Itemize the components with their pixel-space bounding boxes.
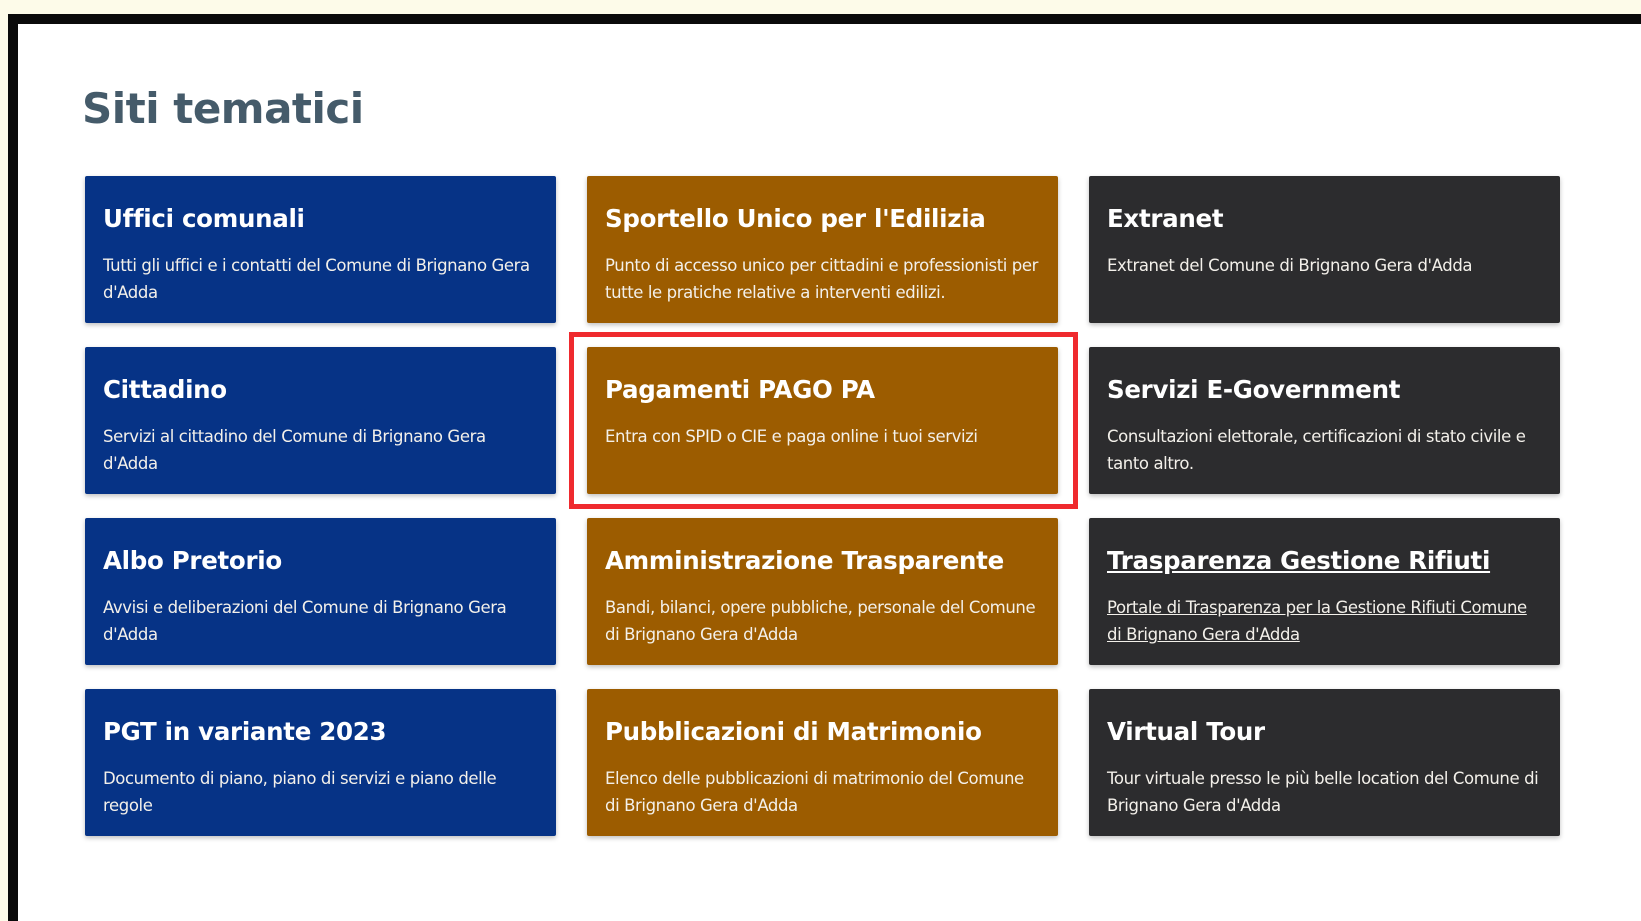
card-title: Virtual Tour	[1107, 717, 1265, 746]
card-title: Albo Pretorio	[103, 546, 282, 575]
card-description: Tour virtuale presso le più belle locati…	[1107, 769, 1539, 815]
theme-sites-grid: Uffici comunali Tutti gli uffici e i con…	[85, 176, 1560, 836]
card-title: Sportello Unico per l'Edilizia	[605, 204, 986, 233]
card-pagamenti-pagopa[interactable]: Pagamenti PAGO PA Entra con SPID o CIE e…	[587, 347, 1058, 494]
card-title: Amministrazione Trasparente	[605, 546, 1004, 575]
card-description: Documento di piano, piano di servizi e p…	[103, 769, 497, 815]
card-virtual-tour[interactable]: Virtual Tour Tour virtuale presso le più…	[1089, 689, 1560, 836]
card-title: Servizi E-Government	[1107, 375, 1401, 404]
card-description: Servizi al cittadino del Comune di Brign…	[103, 427, 486, 473]
section-title: Siti tematici	[82, 84, 364, 133]
card-description: Elenco delle pubblicazioni di matrimonio…	[605, 769, 1024, 815]
card-description: Consultazioni elettorale, certificazioni…	[1107, 427, 1526, 473]
card-trasparenza-rifiuti[interactable]: Trasparenza Gestione Rifiuti Portale di …	[1089, 518, 1560, 665]
card-uffici-comunali[interactable]: Uffici comunali Tutti gli uffici e i con…	[85, 176, 556, 323]
card-title: Cittadino	[103, 375, 227, 404]
card-albo-pretorio[interactable]: Albo Pretorio Avvisi e deliberazioni del…	[85, 518, 556, 665]
card-title: Trasparenza Gestione Rifiuti	[1107, 546, 1491, 575]
card-description: Extranet del Comune di Brignano Gera d'A…	[1107, 256, 1473, 275]
card-servizi-egovernment[interactable]: Servizi E-Government Consultazioni elett…	[1089, 347, 1560, 494]
card-pgt-variante[interactable]: PGT in variante 2023 Documento di piano,…	[85, 689, 556, 836]
card-description: Punto di accesso unico per cittadini e p…	[605, 256, 1039, 302]
card-description: Portale di Trasparenza per la Gestione R…	[1107, 598, 1527, 644]
card-title: PGT in variante 2023	[103, 717, 387, 746]
card-extranet[interactable]: Extranet Extranet del Comune di Brignano…	[1089, 176, 1560, 323]
card-amministrazione-trasparente[interactable]: Amministrazione Trasparente Bandi, bilan…	[587, 518, 1058, 665]
card-title: Pagamenti PAGO PA	[605, 375, 875, 404]
card-cittadino[interactable]: Cittadino Servizi al cittadino del Comun…	[85, 347, 556, 494]
card-title: Extranet	[1107, 204, 1224, 233]
card-description: Avvisi e deliberazioni del Comune di Bri…	[103, 598, 507, 644]
card-description: Tutti gli uffici e i contatti del Comune…	[103, 256, 530, 302]
card-description: Entra con SPID o CIE e paga online i tuo…	[605, 427, 978, 446]
card-pubblicazioni-matrimonio[interactable]: Pubblicazioni di Matrimonio Elenco delle…	[587, 689, 1058, 836]
card-description: Bandi, bilanci, opere pubbliche, persona…	[605, 598, 1036, 644]
card-sportello-edilizia[interactable]: Sportello Unico per l'Edilizia Punto di …	[587, 176, 1058, 323]
card-title: Uffici comunali	[103, 204, 305, 233]
card-title: Pubblicazioni di Matrimonio	[605, 717, 982, 746]
